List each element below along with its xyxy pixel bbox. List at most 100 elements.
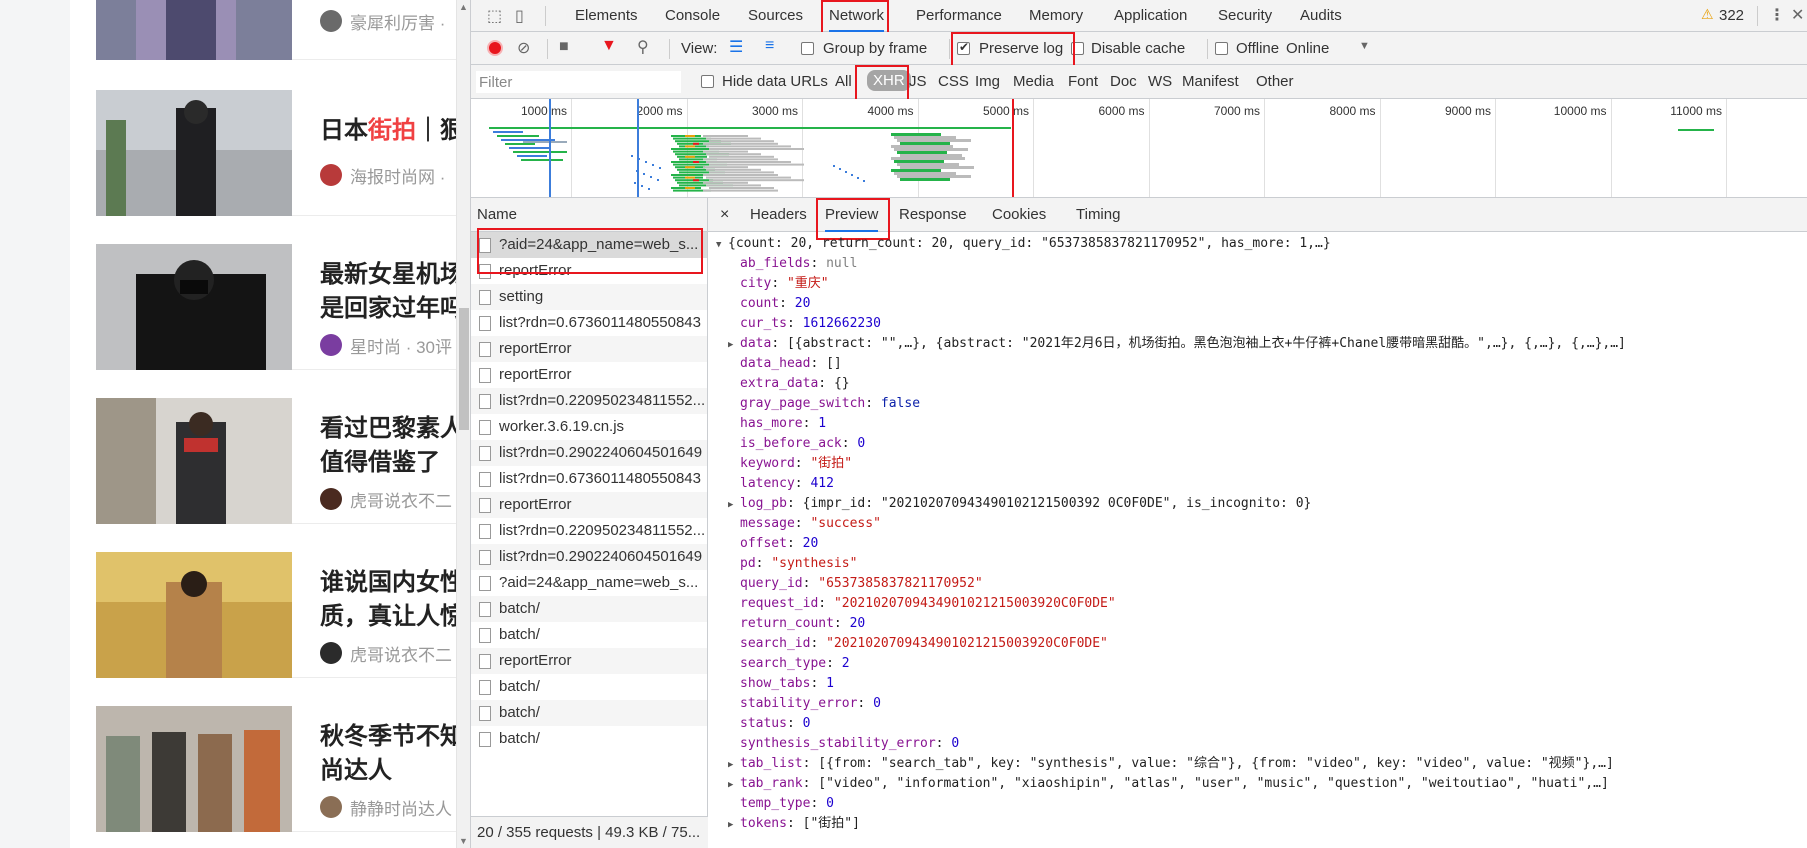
article-title[interactable]: 日本街拍｜狠 <box>320 114 470 148</box>
feed-item[interactable]: 秋冬季节不知 尚达人 静静时尚达人 <box>96 706 470 832</box>
filter-type-css[interactable]: CSS <box>938 73 969 90</box>
article-thumbnail[interactable] <box>96 0 292 60</box>
page-scrollbar[interactable]: ▲ ▼ <box>456 0 470 848</box>
preserve-log-checkbox[interactable] <box>957 40 970 55</box>
expand-triangle-icon[interactable]: ▶ <box>728 755 740 775</box>
json-property[interactable]: ▶ tab_rank: ["video", "information", "xia… <box>728 774 1609 794</box>
chevron-down-icon[interactable]: ▼ <box>1359 40 1370 52</box>
filter-type-xhr[interactable]: XHR <box>867 70 911 91</box>
tab-memory[interactable]: Memory <box>1029 0 1083 32</box>
json-property[interactable]: ▶ tab_list: [{from: "search_tab", key: "s… <box>728 754 1614 774</box>
feed-item[interactable]: 看过巴黎素人 值得借鉴了 虎哥说衣不二 <box>96 398 470 524</box>
article-thumbnail[interactable] <box>96 398 292 524</box>
offline-label[interactable]: Offline <box>1236 40 1279 57</box>
article-thumbnail[interactable] <box>96 706 292 832</box>
feed-item[interactable]: 谁说国内女性 质，真让人惊 虎哥说衣不二 <box>96 552 470 678</box>
article-title[interactable]: 谁说国内女性 质，真让人惊 <box>320 566 470 634</box>
feed-item[interactable]: 最新女星机场 是回家过年吗 星时尚 · 30评 <box>96 244 470 370</box>
tab-network[interactable]: Network <box>829 0 885 32</box>
request-row[interactable]: reportError <box>471 336 707 362</box>
expand-triangle-icon[interactable]: ▶ <box>728 815 740 835</box>
article-title[interactable]: 秋冬季节不知 尚达人 <box>320 720 470 788</box>
filter-type-ws[interactable]: WS <box>1148 73 1172 90</box>
request-row[interactable]: batch/ <box>471 622 707 648</box>
disable-cache-label[interactable]: Disable cache <box>1091 40 1185 57</box>
tab-sources[interactable]: Sources <box>748 0 803 32</box>
expand-triangle-icon[interactable]: ▶ <box>728 495 740 515</box>
offline-checkbox[interactable] <box>1215 42 1228 55</box>
scroll-up-icon[interactable]: ▲ <box>459 2 468 12</box>
request-row[interactable]: ?aid=24&app_name=web_s... <box>471 232 707 258</box>
name-column-header[interactable]: Name <box>471 198 707 232</box>
tab-security[interactable]: Security <box>1218 0 1272 32</box>
filter-type-other[interactable]: Other <box>1256 73 1294 90</box>
large-rows-icon[interactable]: ☰ <box>729 37 743 57</box>
hide-data-urls-label[interactable]: Hide data URLs <box>722 73 828 90</box>
tab-timing[interactable]: Timing <box>1076 198 1120 232</box>
request-row[interactable]: list?rdn=0.6736011480550843 <box>471 466 707 492</box>
warning-icon[interactable]: ⚠ <box>1701 6 1714 23</box>
tab-cookies[interactable]: Cookies <box>992 198 1046 232</box>
clear-icon[interactable]: ⊘ <box>517 38 530 58</box>
request-row[interactable]: list?rdn=0.2902240604501649 <box>471 544 707 570</box>
filter-type-media[interactable]: Media <box>1013 73 1054 90</box>
tab-response[interactable]: Response <box>899 198 967 232</box>
request-row[interactable]: worker.3.6.19.cn.js <box>471 414 707 440</box>
tab-console[interactable]: Console <box>665 0 720 32</box>
device-toolbar-icon[interactable]: ▯ <box>515 6 524 26</box>
tab-performance[interactable]: Performance <box>916 0 1002 32</box>
search-icon[interactable]: ⚲ <box>637 37 649 57</box>
article-title[interactable]: 最新女星机场 是回家过年吗 <box>320 258 470 326</box>
scroll-down-icon[interactable]: ▼ <box>459 836 468 846</box>
filter-type-img[interactable]: Img <box>975 73 1000 90</box>
article-title[interactable]: 看过巴黎素人 值得借鉴了 <box>320 412 470 480</box>
feed-item[interactable]: 日本街拍｜狠 海报时尚网 · <box>96 90 470 216</box>
feed-item[interactable]: 豪犀利厉害 · <box>96 0 470 60</box>
warning-count[interactable]: 322 <box>1719 7 1744 24</box>
request-row[interactable]: ?aid=24&app_name=web_s... <box>471 570 707 596</box>
scrollbar-thumb[interactable] <box>459 308 469 430</box>
capture-screenshots-icon[interactable]: ■ <box>559 38 569 56</box>
filter-type-js[interactable]: JS <box>909 73 927 90</box>
disable-cache-checkbox[interactable] <box>1071 42 1084 55</box>
waterfall-icon[interactable]: ≡ <box>765 37 774 55</box>
more-options-icon[interactable]: ⋮ <box>1769 5 1785 25</box>
tab-elements[interactable]: Elements <box>575 0 638 32</box>
group-by-frame-checkbox[interactable] <box>801 42 814 55</box>
article-thumbnail[interactable] <box>96 244 292 370</box>
request-row[interactable]: reportError <box>471 258 707 284</box>
close-details-icon[interactable]: × <box>720 198 729 232</box>
inspect-element-icon[interactable]: ⬚ <box>487 6 502 26</box>
request-row[interactable]: batch/ <box>471 596 707 622</box>
request-row[interactable]: reportError <box>471 648 707 674</box>
request-row[interactable]: reportError <box>471 362 707 388</box>
json-summary[interactable]: ▼ {count: 20, return_count: 20, query_id:… <box>716 234 1331 254</box>
request-row[interactable]: reportError <box>471 492 707 518</box>
tab-headers[interactable]: Headers <box>750 198 807 232</box>
request-row[interactable]: batch/ <box>471 726 707 752</box>
request-row[interactable]: list?rdn=0.220950234811552... <box>471 518 707 544</box>
throttling-select[interactable]: Online <box>1286 40 1329 57</box>
filter-input[interactable] <box>476 71 681 93</box>
request-row[interactable]: batch/ <box>471 674 707 700</box>
network-overview-timeline[interactable]: 1000 ms 2000 ms 3000 ms 4000 ms 5000 ms 6000 … <box>471 99 1807 198</box>
request-row[interactable]: batch/ <box>471 700 707 726</box>
json-property[interactable]: ▶ tokens: ["街拍"] <box>728 814 860 834</box>
hide-data-urls-checkbox[interactable] <box>701 75 714 88</box>
tab-audits[interactable]: Audits <box>1300 0 1342 32</box>
tab-application[interactable]: Application <box>1114 0 1187 32</box>
close-devtools-icon[interactable]: ✕ <box>1791 5 1804 25</box>
article-thumbnail[interactable] <box>96 552 292 678</box>
expand-triangle-icon[interactable]: ▶ <box>728 335 740 355</box>
filter-type-manifest[interactable]: Manifest <box>1182 73 1239 90</box>
expand-triangle-icon[interactable]: ▶ <box>728 775 740 795</box>
article-thumbnail[interactable] <box>96 90 292 216</box>
request-row[interactable]: list?rdn=0.2902240604501649 <box>471 440 707 466</box>
filter-icon[interactable]: ▼ <box>601 37 617 55</box>
filter-type-doc[interactable]: Doc <box>1110 73 1137 90</box>
expand-triangle-icon[interactable]: ▼ <box>716 235 728 255</box>
request-row[interactable]: list?rdn=0.220950234811552... <box>471 388 707 414</box>
filter-type-all[interactable]: All <box>835 73 852 90</box>
json-property[interactable]: ▶ data: [{abstract: "",…}, {abstract: "20… <box>728 334 1626 354</box>
record-icon[interactable] <box>487 40 503 56</box>
